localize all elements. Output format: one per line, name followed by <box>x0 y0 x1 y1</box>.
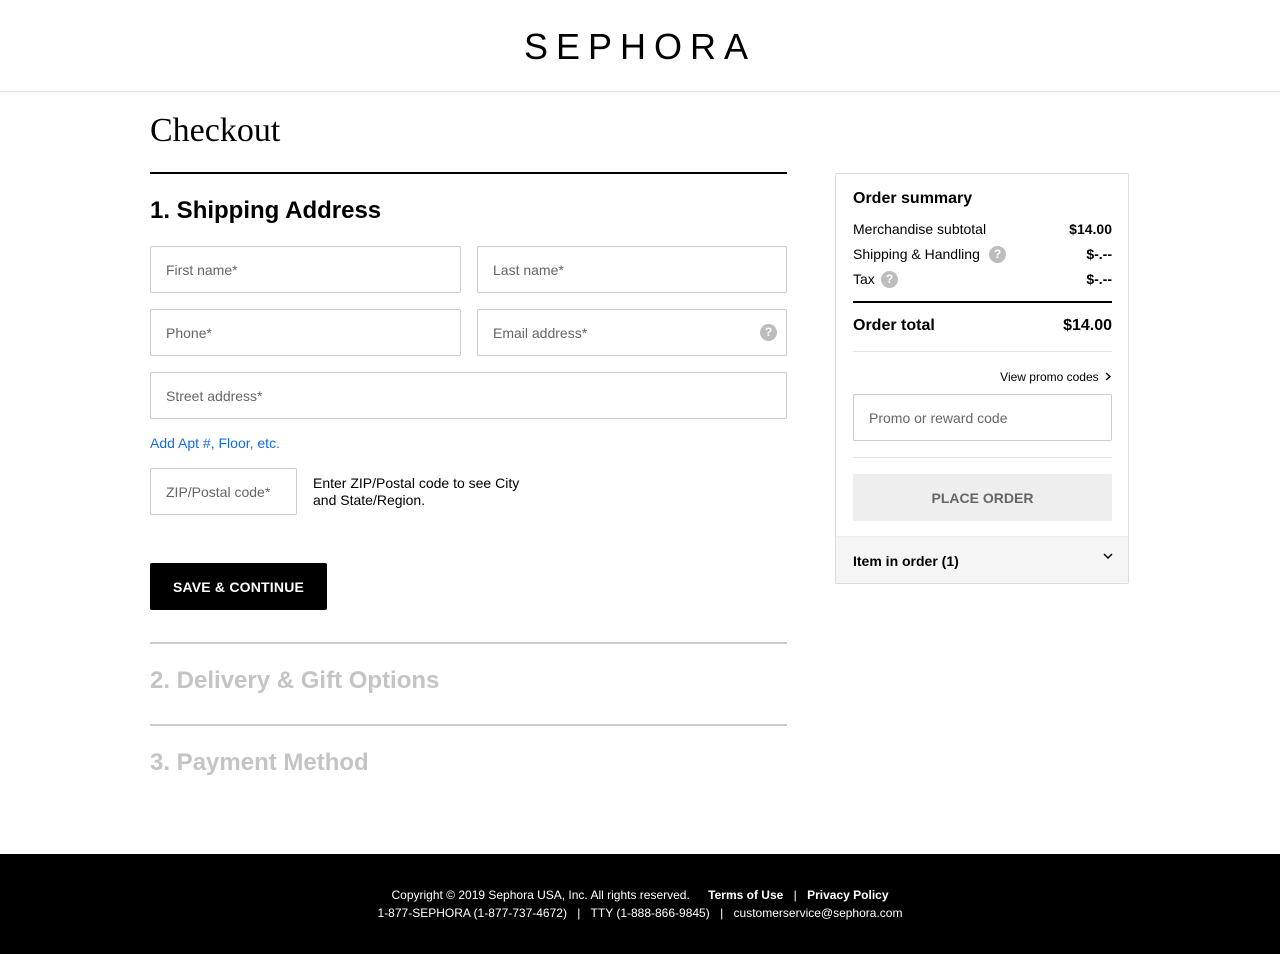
privacy-policy-link[interactable]: Privacy Policy <box>807 888 888 902</box>
footer-line-legal: Copyright © 2019 Sephora USA, Inc. All r… <box>0 888 1280 902</box>
footer-line-contact: 1-877-SEPHORA (1-877-737-4672) | TTY (1-… <box>0 906 1280 920</box>
delivery-gift-options-heading[interactable]: 2. Delivery & Gift Options <box>150 667 439 695</box>
last-name-field[interactable] <box>477 246 787 293</box>
chevron-down-icon <box>1103 553 1113 560</box>
footer-separator: | <box>793 888 797 902</box>
order-total-value: $14.00 <box>1063 317 1112 334</box>
question-mark-icon[interactable]: ? <box>989 246 1006 263</box>
summary-divider <box>853 457 1112 458</box>
first-name-input[interactable] <box>151 247 460 292</box>
copyright-text: Copyright © 2019 Sephora USA, Inc. All r… <box>391 888 690 902</box>
customer-service-email-link[interactable]: customerservice@sephora.com <box>734 906 903 920</box>
order-summary-panel: Order summary Merchandise subtotal $14.0… <box>835 173 1129 584</box>
tax-value: $-.-- <box>1086 271 1112 287</box>
question-mark-icon[interactable]: ? <box>881 271 898 288</box>
summary-divider <box>853 301 1112 303</box>
street-address-input[interactable] <box>151 373 786 418</box>
place-order-button[interactable]: PLACE ORDER <box>853 474 1112 521</box>
add-apt-link[interactable]: Add Apt #, Floor, etc. <box>150 435 280 451</box>
order-summary-title: Order summary <box>853 190 973 207</box>
phone-input[interactable] <box>151 310 460 355</box>
email-field[interactable]: ? <box>477 309 787 356</box>
zip-field[interactable] <box>150 468 297 515</box>
shipping-address-heading: 1. Shipping Address <box>150 197 382 224</box>
merchandise-subtotal-label: Merchandise subtotal <box>853 221 987 237</box>
tax-label: Tax <box>853 271 875 287</box>
last-name-input[interactable] <box>478 247 786 292</box>
summary-divider <box>853 351 1112 352</box>
view-promo-codes-label: View promo codes <box>1000 370 1099 384</box>
zip-hint-text: Enter ZIP/Postal code to see City and St… <box>313 475 520 508</box>
view-promo-codes-link[interactable]: View promo codes <box>1000 370 1112 384</box>
payment-method-heading[interactable]: 3. Payment Method <box>150 749 369 777</box>
shipping-handling-value: $-.-- <box>1086 246 1112 262</box>
terms-of-use-link[interactable]: Terms of Use <box>708 888 783 902</box>
site-footer: Copyright © 2019 Sephora USA, Inc. All r… <box>0 854 1280 954</box>
footer-separator: | <box>577 906 581 920</box>
first-name-field[interactable] <box>150 246 461 293</box>
street-address-field[interactable] <box>150 372 787 419</box>
site-header: SEPHORA <box>0 0 1280 92</box>
shipping-handling-label: Shipping & Handling <box>853 246 980 262</box>
sephora-logo[interactable]: SEPHORA <box>0 26 1280 68</box>
phone-number-text[interactable]: 1-877-SEPHORA (1-877-737-4672) <box>378 906 567 920</box>
order-total-row: Order total $14.00 <box>853 317 1112 335</box>
promo-code-field[interactable] <box>853 394 1112 441</box>
title-divider <box>150 172 787 174</box>
save-continue-button[interactable]: SAVE & CONTINUE <box>150 563 327 610</box>
phone-field[interactable] <box>150 309 461 356</box>
question-mark-icon[interactable]: ? <box>760 324 777 341</box>
section-divider <box>150 642 787 644</box>
chevron-right-icon <box>1105 372 1112 381</box>
page-title: Checkout <box>150 112 281 149</box>
promo-code-input[interactable] <box>854 395 1111 440</box>
order-total-label: Order total <box>853 317 935 334</box>
merchandise-subtotal-value: $14.00 <box>1069 221 1112 237</box>
section-divider <box>150 724 787 726</box>
footer-separator: | <box>720 906 724 920</box>
items-in-order-toggle[interactable]: Item in order (1) <box>836 536 1128 583</box>
zip-input[interactable] <box>151 469 296 514</box>
email-input[interactable] <box>478 310 786 355</box>
tty-number-text[interactable]: TTY (1-888-866-9845) <box>591 906 710 920</box>
items-in-order-label: Item in order (1) <box>853 553 959 569</box>
